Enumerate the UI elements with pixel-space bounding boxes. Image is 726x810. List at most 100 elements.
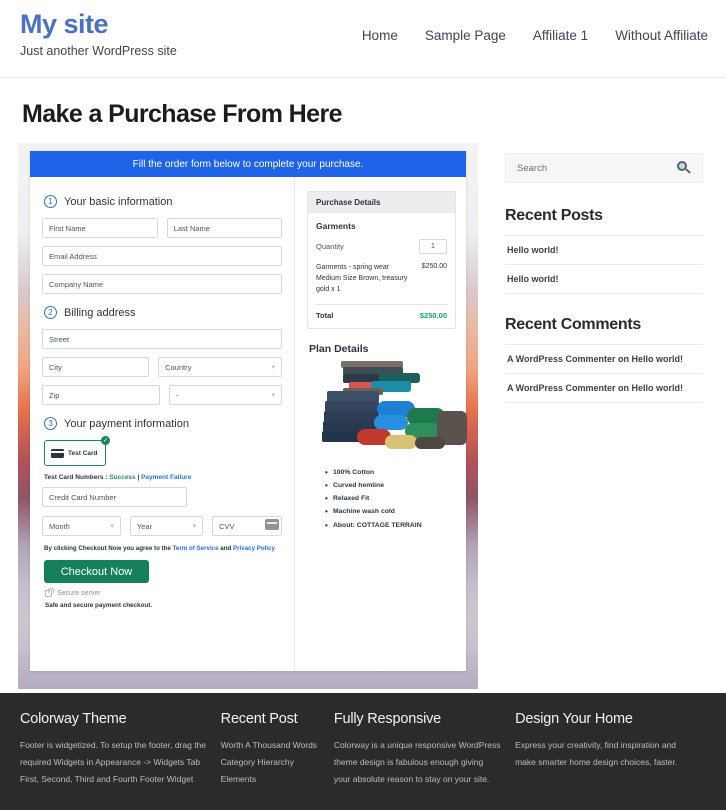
step-1-label: Your basic information [64, 195, 173, 208]
search-icon[interactable] [677, 161, 692, 175]
recent-comments-title: Recent Comments [505, 316, 641, 333]
expiry-year-value: Year [136, 521, 153, 531]
footer-column-design-your-home: Design Your Home Express your creativity… [515, 711, 706, 810]
product-group-label: Garments [316, 221, 356, 231]
step-3-heading: 3 Your payment information [44, 417, 282, 430]
test-card-success-link[interactable]: Success [109, 474, 135, 481]
recent-comment-item[interactable]: A WordPress Commenter on Hello world! [505, 344, 703, 373]
agreement-middle: and [218, 545, 234, 552]
footer-title: Fully Responsive [333, 711, 442, 727]
footer-text: Footer is widgetized. To setup the foote… [20, 740, 207, 784]
search-widget[interactable]: Search [505, 153, 703, 183]
company-name-input[interactable]: Company Name [42, 274, 282, 294]
nav-item-without-affiliate[interactable]: Without Affiliate [615, 28, 708, 43]
sidebar: Search Recent Posts Hello world! Hello w… [505, 143, 703, 425]
recent-comments-widget: Recent Comments A WordPress Commenter on… [505, 316, 703, 403]
step-2-label: Billing address [64, 306, 136, 319]
credit-card-icon [51, 448, 64, 458]
test-card-label: Test Card [68, 449, 98, 457]
main-column: Fill the order form below to complete yo… [18, 143, 478, 689]
purchase-details-heading: Purchase Details [308, 192, 455, 213]
summary-divider [316, 303, 447, 305]
quantity-input[interactable]: 1 [419, 239, 447, 254]
recent-post-item[interactable]: Hello world! [505, 264, 703, 294]
site-footer: Colorway Theme Footer is widgetized. To … [0, 693, 726, 810]
step-1-heading: 1 Your basic information [44, 195, 282, 208]
content-area: Make a Purchase From Here Fill the order… [0, 100, 726, 689]
footer-title: Recent Post [220, 711, 298, 727]
chevron-down-icon: ▾ [110, 523, 114, 530]
test-card-failure-link[interactable]: Payment Failure [141, 474, 191, 481]
plan-details-title: Plan Details [309, 342, 369, 355]
privacy-policy-link[interactable]: Privacy Policy [233, 545, 275, 552]
footer-column-fully-responsive: Fully Responsive Colorway is a unique re… [334, 711, 515, 810]
secure-server-text: Secure server [57, 590, 101, 597]
nav-item-home[interactable]: Home [362, 28, 398, 43]
checkout-now-button[interactable]: Checkout Now [44, 560, 149, 583]
search-input[interactable]: Search [517, 163, 547, 174]
terms-of-service-link[interactable]: Term of Service [173, 545, 219, 552]
site-tagline: Just another WordPress site [20, 43, 177, 58]
first-name-input[interactable]: First Name [42, 218, 158, 238]
footer-text: Express your creativity, find inspiratio… [515, 740, 678, 767]
feature-item: 100% Cotton [325, 465, 456, 481]
step-2-heading: 2 Billing address [44, 306, 282, 319]
terms-agreement-text: By clicking Checkout Now you agree to th… [44, 545, 282, 552]
chevron-down-icon: ▾ [192, 523, 197, 530]
form-banner: Fill the order form below to complete yo… [30, 151, 466, 177]
total-label: Total [316, 310, 334, 320]
order-form-card: Fill the order form below to complete yo… [30, 151, 467, 671]
footer-link[interactable]: Elements [221, 771, 320, 788]
quantity-label: Quantity [316, 242, 344, 251]
purchase-details-card: Purchase Details Garments Quantity 1 Gar… [307, 191, 456, 329]
total-row: Total $250.00 [316, 311, 447, 320]
email-input[interactable]: Email Address [42, 246, 282, 266]
feature-item: Machine wash cold [325, 504, 456, 520]
agreement-prefix: By clicking Checkout Now you agree to th… [44, 545, 173, 552]
country-select-value: Country [165, 362, 192, 372]
line-item-row: Garments - spring wear Medium Size Brown… [316, 263, 447, 296]
plan-feature-list: 100% Cotton Curved hemline Relaxed Fit M… [325, 465, 456, 534]
primary-navigation: Home Sample Page Affiliate 1 Without Aff… [362, 28, 708, 43]
line-item-price: $250.00 [421, 263, 447, 270]
footer-link[interactable]: Worth A Thousand Words [221, 737, 320, 754]
check-circle-icon: ✓ [101, 436, 110, 445]
zip-input[interactable]: Zip [42, 385, 160, 405]
feature-item: Relaxed Fit [325, 491, 456, 507]
lock-icon [45, 588, 54, 597]
nav-item-affiliate-1[interactable]: Affiliate 1 [533, 28, 588, 43]
last-name-input[interactable]: Last Name [166, 218, 283, 238]
secure-server-row: Secure server [45, 588, 282, 597]
test-card-numbers-note: Test Card Numbers : Success | Payment Fa… [44, 474, 282, 481]
cvv-card-icon [265, 519, 280, 530]
recent-post-item[interactable]: Hello world! [505, 235, 703, 264]
site-title[interactable]: My site [20, 9, 177, 40]
street-input[interactable]: Street [42, 329, 282, 349]
footer-column-colorway-theme: Colorway Theme Footer is widgetized. To … [20, 711, 221, 810]
line-item-description: Garments - spring wear Medium Size Brown… [316, 264, 408, 293]
nav-item-sample-page[interactable]: Sample Page [425, 28, 506, 43]
total-value: $250.00 [419, 310, 447, 320]
footer-title: Colorway Theme [20, 711, 127, 727]
state-select[interactable]: - ▾ [168, 385, 282, 405]
recent-posts-widget: Recent Posts Hello world! Hello world! [505, 207, 703, 294]
credit-card-number-input[interactable]: Credit Card Number [42, 487, 187, 507]
feature-item: Curved hemline [325, 478, 456, 494]
test-card-payment-option[interactable]: Test Card ✓ [44, 436, 110, 466]
checkout-hero-background: Fill the order form below to complete yo… [18, 143, 478, 689]
site-branding: My site Just another WordPress site [20, 9, 177, 58]
expiry-month-select[interactable]: Month ▾ [42, 516, 121, 536]
city-input[interactable]: City [42, 357, 150, 377]
page-root: My site Just another WordPress site Home… [0, 0, 726, 810]
footer-text: Colorway is a unique responsive WordPres… [333, 740, 501, 784]
quantity-row: Quantity 1 [316, 239, 447, 254]
step-2-number: 2 [44, 306, 57, 319]
footer-link[interactable]: Category Hierarchy [221, 754, 320, 771]
recent-comment-item[interactable]: A WordPress Commenter on Hello world! [505, 373, 703, 403]
country-select[interactable]: Country ▾ [158, 357, 283, 377]
test-card-prefix: Test Card Numbers : [44, 474, 110, 481]
safe-checkout-note: Safe and secure payment checkout. [45, 602, 153, 609]
step-3-number: 3 [44, 417, 57, 430]
page-title: Make a Purchase From Here [22, 100, 342, 128]
expiry-year-select[interactable]: Year ▾ [129, 516, 204, 536]
